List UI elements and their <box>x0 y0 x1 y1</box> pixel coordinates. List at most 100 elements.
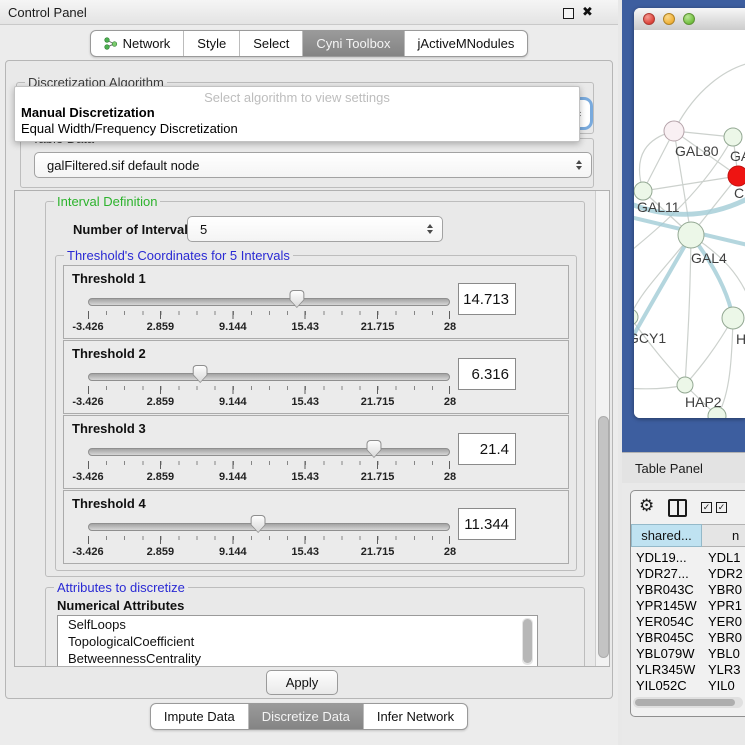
node-top-right[interactable] <box>724 128 742 146</box>
svg-text:C: C <box>734 185 744 201</box>
slider-track[interactable] <box>88 523 450 531</box>
gear-icon[interactable]: ⚙ <box>639 496 654 516</box>
slider-track[interactable] <box>88 298 450 306</box>
svg-text:HAP2: HAP2 <box>685 394 722 410</box>
group-title: Threshold's Coordinates for 5 Intervals <box>64 248 293 263</box>
node-h[interactable] <box>722 307 744 329</box>
table-row[interactable]: YBR043CYBR0 <box>631 581 745 597</box>
table-row[interactable]: YDL19...YDL1 <box>631 549 745 565</box>
combobox-value: galFiltered.sif default node <box>47 158 199 173</box>
node-gcy1[interactable] <box>634 309 638 325</box>
slider-track[interactable] <box>88 373 450 381</box>
network-window-titlebar[interactable] <box>634 8 745 31</box>
svg-text:GAL11: GAL11 <box>637 199 680 215</box>
option-manual-discretization[interactable]: Manual Discretization <box>21 105 155 120</box>
tab-jactivemnodules[interactable]: jActiveMNodules <box>404 31 528 56</box>
combobox-value: 5 <box>200 222 207 237</box>
slider-scale-labels: -3.4262.8599.14415.4321.71528 <box>88 321 450 334</box>
column-header-name[interactable]: n <box>702 524 745 547</box>
tab-select[interactable]: Select <box>239 31 302 56</box>
node-hap2[interactable] <box>677 377 693 393</box>
table-row[interactable]: YLR345WYLR3 <box>631 661 745 677</box>
numerical-attributes-label: Numerical Attributes <box>57 598 184 613</box>
list-item[interactable]: SelfLoops <box>58 616 537 633</box>
table-row[interactable]: YIL052CYIL0 <box>631 677 745 693</box>
threshold-4-slider[interactable]: -3.4262.8599.14415.4321.71528 <box>88 515 450 561</box>
control-panel: Control Panel ✖ Network Style Sel <box>0 0 618 745</box>
table-panel-area: ⚙ ✓ ✓ shared... n YDL19...YDL1 YDR27...Y… <box>622 483 745 745</box>
threshold-2-panel: Threshold 2 -3.4262.8599.14415.4321.7152… <box>63 340 569 414</box>
svg-text:GCY1: GCY1 <box>634 330 666 346</box>
table-row[interactable]: YPR145WYPR1 <box>631 597 745 613</box>
numerical-attributes-list[interactable]: SelfLoops TopologicalCoefficient Between… <box>57 615 538 667</box>
node-gal11[interactable] <box>634 182 652 200</box>
network-graph-icon <box>104 37 118 50</box>
number-of-intervals-label: Number of Intervals <box>73 222 195 237</box>
threshold-1-value-field[interactable] <box>458 283 516 315</box>
close-traffic-light-icon[interactable] <box>643 13 655 25</box>
tab-label: Network <box>123 36 171 51</box>
node-gal80[interactable] <box>664 121 684 141</box>
tab-discretize-data[interactable]: Discretize Data <box>248 704 363 729</box>
threshold-1-slider[interactable]: -3.4262.8599.14415.4321.71528 <box>88 290 450 336</box>
table-row[interactable]: YBR045CYBR0 <box>631 629 745 645</box>
scrollbar-thumb[interactable] <box>635 699 735 706</box>
scrollbar-thumb[interactable] <box>598 416 609 658</box>
network-highlight-edges <box>634 198 745 352</box>
table-panel-header: Table Panel <box>622 452 745 485</box>
group-title: Attributes to discretize <box>54 580 188 595</box>
stepper-arrows-icon <box>576 160 582 170</box>
list-item[interactable]: TopologicalCoefficient <box>58 633 537 650</box>
close-icon[interactable]: ✖ <box>582 4 593 20</box>
column-header-shared-name[interactable]: shared... <box>631 524 702 547</box>
threshold-4-panel: Threshold 4 -3.4262.8599.14415.4321.7152… <box>63 490 569 564</box>
network-nodes[interactable] <box>634 121 745 418</box>
threshold-2-value-field[interactable] <box>458 358 516 390</box>
svg-text:GAL4: GAL4 <box>691 250 727 266</box>
dropdown-hint: Select algorithm to view settings <box>15 90 579 105</box>
node-red-selected[interactable] <box>728 166 745 186</box>
slider-major-ticks <box>88 536 450 544</box>
threshold-3-slider[interactable]: -3.4262.8599.14415.4321.71528 <box>88 440 450 486</box>
threshold-3-value-field[interactable] <box>458 433 516 465</box>
slider-track[interactable] <box>88 448 450 456</box>
threshold-4-value-field[interactable] <box>458 508 516 540</box>
node-gal4[interactable] <box>678 222 704 248</box>
table-body: YDL19...YDL1 YDR27...YDR2 YBR043CYBR0 YP… <box>631 549 745 693</box>
stepper-arrows-icon <box>427 224 433 234</box>
threshold-label: Threshold 3 <box>72 421 146 436</box>
panel-title: Control Panel <box>8 5 87 20</box>
top-tab-bar: Network Style Select Cyni Toolbox jActiv… <box>0 30 618 57</box>
number-of-intervals-combobox[interactable]: 5 <box>187 216 443 242</box>
tab-network[interactable]: Network <box>91 31 184 56</box>
table-panel-title: Table Panel <box>635 461 703 476</box>
list-scrollbar[interactable] <box>522 618 533 665</box>
float-window-icon[interactable] <box>563 8 574 19</box>
table-data-combobox[interactable]: galFiltered.sif default node <box>34 152 592 178</box>
settings-scrollbar[interactable] <box>595 191 610 666</box>
threshold-2-slider[interactable]: -3.4262.8599.14415.4321.71528 <box>88 365 450 411</box>
table-row[interactable]: YBL079WYBL0 <box>631 645 745 661</box>
table-row[interactable]: YER054CYER0 <box>631 613 745 629</box>
tab-infer-network[interactable]: Infer Network <box>363 704 467 729</box>
checkbox-icon[interactable]: ✓ <box>716 502 727 513</box>
minimize-traffic-light-icon[interactable] <box>663 13 675 25</box>
zoom-traffic-light-icon[interactable] <box>683 13 695 25</box>
group-title: Interval Definition <box>54 194 160 209</box>
tab-impute-data[interactable]: Impute Data <box>151 704 248 729</box>
table-row[interactable]: YDR27...YDR2 <box>631 565 745 581</box>
table-horizontal-scrollbar[interactable] <box>633 697 743 708</box>
list-item[interactable]: BetweennessCentrality <box>58 650 537 667</box>
checkbox-icon[interactable]: ✓ <box>701 502 712 513</box>
tab-cyni-toolbox[interactable]: Cyni Toolbox <box>302 31 403 56</box>
algorithm-dropdown-popup: Select algorithm to view settings Manual… <box>14 86 580 142</box>
apply-button[interactable]: Apply <box>266 670 338 695</box>
threshold-1-panel: Threshold 1 -3.4262.8599.14415.4321.7152… <box>63 265 569 339</box>
svg-text:H: H <box>736 331 745 347</box>
threshold-3-panel: Threshold 3 -3.4262.8599.14415.4321.7152… <box>63 415 569 489</box>
network-canvas[interactable]: GAL80 GA C GAL11 GAL4 GCY1 H HAP2 <box>634 30 745 418</box>
columns-icon[interactable] <box>668 499 687 517</box>
option-equal-width-frequency[interactable]: Equal Width/Frequency Discretization <box>21 121 238 136</box>
tab-style[interactable]: Style <box>183 31 239 56</box>
threshold-label: Threshold 1 <box>72 271 146 286</box>
